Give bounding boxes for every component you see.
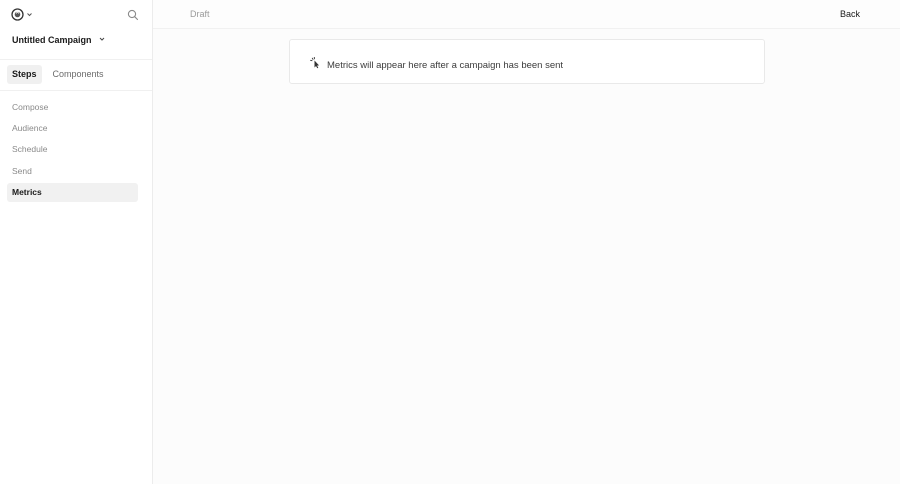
campaign-name: Untitled Campaign: [12, 35, 92, 45]
chevron-down-icon: [98, 35, 106, 45]
tab-steps[interactable]: Steps: [7, 65, 42, 84]
divider: [0, 90, 152, 91]
divider: [0, 59, 152, 60]
step-metrics[interactable]: Metrics: [7, 182, 138, 202]
chevron-down-icon: [26, 11, 33, 18]
sidebar: Untitled Campaign Steps Components Compo…: [0, 0, 153, 484]
sidebar-tabs: Steps Components: [7, 65, 109, 84]
step-compose[interactable]: Compose: [7, 98, 138, 117]
workspace-switcher[interactable]: [11, 8, 33, 21]
steps-list: Compose Audience Schedule Send Metrics: [7, 98, 138, 204]
tab-components[interactable]: Components: [48, 65, 109, 84]
step-audience[interactable]: Audience: [7, 119, 138, 138]
top-bar: Draft Back: [153, 0, 900, 29]
search-button[interactable]: [127, 8, 139, 26]
logo-icon: [11, 8, 24, 21]
sidebar-header: [0, 0, 152, 29]
empty-state-message: Metrics will appear here after a campaig…: [327, 59, 564, 71]
step-send[interactable]: Send: [7, 162, 138, 181]
back-button[interactable]: Back: [840, 9, 860, 19]
status-label: Draft: [190, 9, 210, 19]
metrics-empty-state: Metrics will appear here after a campaig…: [289, 39, 765, 84]
step-schedule[interactable]: Schedule: [7, 140, 138, 159]
search-icon: [127, 8, 139, 25]
campaign-selector[interactable]: Untitled Campaign: [12, 35, 106, 45]
pointer-sparkle-icon: [310, 56, 321, 74]
